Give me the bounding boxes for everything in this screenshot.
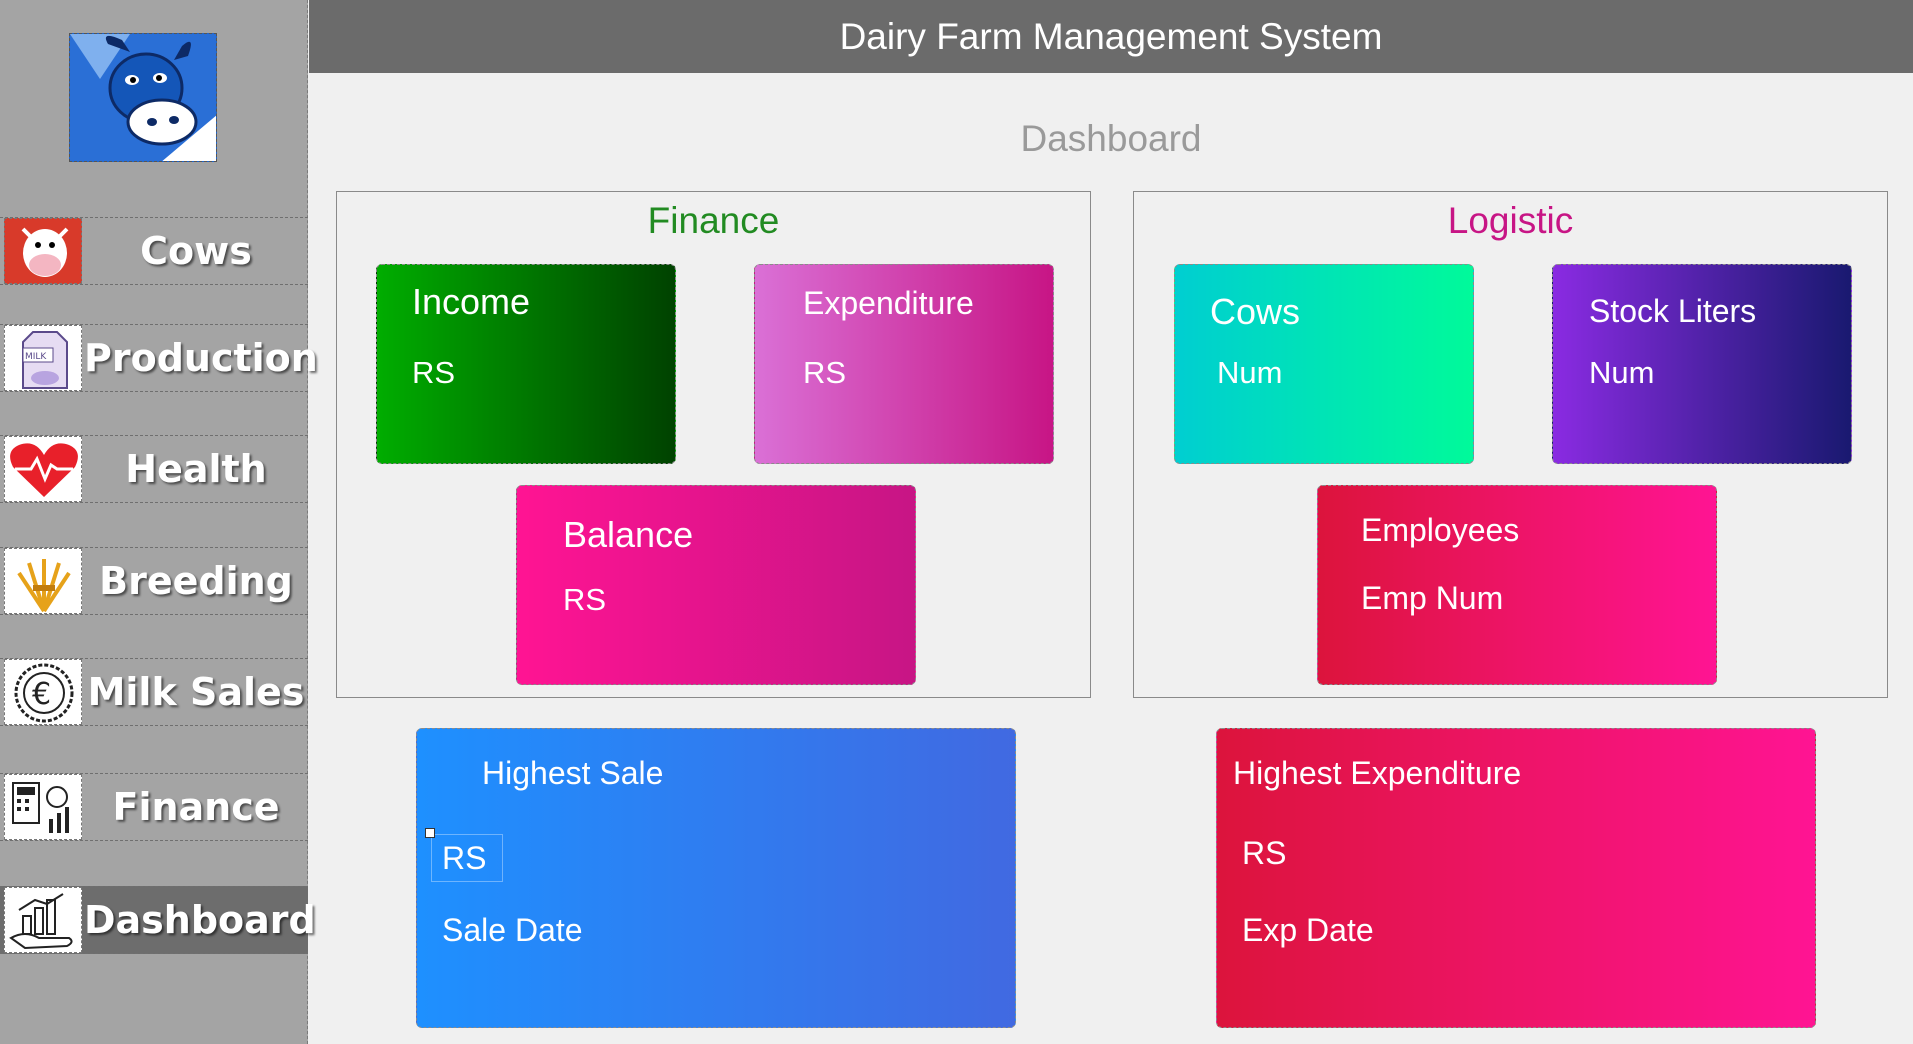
- cow-logo-icon: [70, 34, 216, 161]
- resize-handle[interactable]: [425, 828, 435, 838]
- highest-expenditure-date: Exp Date: [1242, 912, 1374, 948]
- stock-liters-card[interactable]: Stock Liters Num: [1552, 264, 1852, 464]
- euro-coin-icon: €: [4, 659, 82, 725]
- sidebar-item-label: Dashboard: [84, 898, 316, 942]
- highest-expenditure-value: RS: [1242, 835, 1287, 871]
- balance-card[interactable]: Balance RS: [516, 485, 916, 685]
- sidebar-item-health[interactable]: Health: [0, 435, 308, 503]
- highest-expenditure-label: Highest Expenditure: [1233, 755, 1522, 791]
- expenditure-card[interactable]: Expenditure RS: [754, 264, 1054, 464]
- cow-icon: [4, 218, 82, 284]
- heart-pulse-icon: [4, 436, 82, 502]
- sidebar-item-cows[interactable]: Cows: [0, 217, 308, 285]
- app-title: Dairy Farm Management System: [839, 16, 1383, 57]
- balance-label: Balance: [563, 514, 694, 555]
- growth-chart-icon: [4, 887, 82, 953]
- sidebar-item-production[interactable]: MILK Production: [0, 324, 318, 392]
- highest-sale-value[interactable]: RS: [431, 834, 503, 882]
- sidebar-item-label: Breeding: [99, 559, 293, 603]
- cows-label: Cows: [1210, 291, 1301, 332]
- wheat-icon: [4, 548, 82, 614]
- cows-value: Num: [1217, 355, 1283, 390]
- sidebar-item-label: Cows: [140, 229, 252, 273]
- sidebar-item-label: Production: [84, 336, 318, 380]
- income-card[interactable]: Income RS: [376, 264, 676, 464]
- sidebar-item-dashboard[interactable]: Dashboard: [0, 886, 316, 954]
- milk-carton-icon: MILK: [4, 325, 82, 391]
- employees-card[interactable]: Employees Emp Num: [1317, 485, 1717, 685]
- highest-expenditure-card[interactable]: Highest Expenditure RS Exp Date: [1216, 728, 1816, 1028]
- svg-text:MILK: MILK: [25, 352, 47, 362]
- cow-logo: [69, 33, 217, 162]
- sidebar: Cows MILK Production Health Breeding € M…: [0, 0, 318, 1044]
- balance-value: RS: [563, 582, 607, 617]
- highest-sale-date: Sale Date: [442, 912, 583, 948]
- logistic-panel-title: Logistic: [1447, 200, 1574, 241]
- sidebar-item-breeding[interactable]: Breeding: [0, 547, 308, 615]
- sidebar-item-label: Finance: [112, 785, 280, 829]
- stock-liters-label: Stock Liters: [1589, 293, 1757, 329]
- employees-label: Employees: [1361, 512, 1520, 548]
- sidebar-item-label: Health: [125, 447, 267, 491]
- svg-text:€: €: [32, 677, 51, 712]
- stock-liters-value: Num: [1589, 355, 1655, 390]
- page-title: Dashboard: [1020, 118, 1202, 159]
- cows-card[interactable]: Cows Num: [1174, 264, 1474, 464]
- title-bar: Dairy Farm Management System: [309, 0, 1913, 73]
- income-label: Income: [412, 281, 531, 322]
- sidebar-item-milk-sales[interactable]: € Milk Sales: [0, 658, 308, 726]
- calculator-chart-icon: [4, 774, 82, 840]
- logistic-panel: Logistic Cows Num Stock Liters Num Emplo…: [1133, 191, 1888, 698]
- finance-panel: Finance Income RS Expenditure RS Balance…: [336, 191, 1091, 698]
- sidebar-item-label: Milk Sales: [87, 670, 305, 714]
- employees-value: Emp Num: [1361, 580, 1504, 616]
- income-value: RS: [412, 355, 456, 390]
- finance-panel-title: Finance: [647, 200, 780, 241]
- expenditure-value: RS: [803, 355, 847, 390]
- highest-sale-label: Highest Sale: [482, 755, 664, 791]
- highest-sale-card[interactable]: Highest Sale RS Sale Date: [416, 728, 1016, 1028]
- sidebar-item-finance[interactable]: Finance: [0, 773, 308, 841]
- expenditure-label: Expenditure: [803, 285, 974, 321]
